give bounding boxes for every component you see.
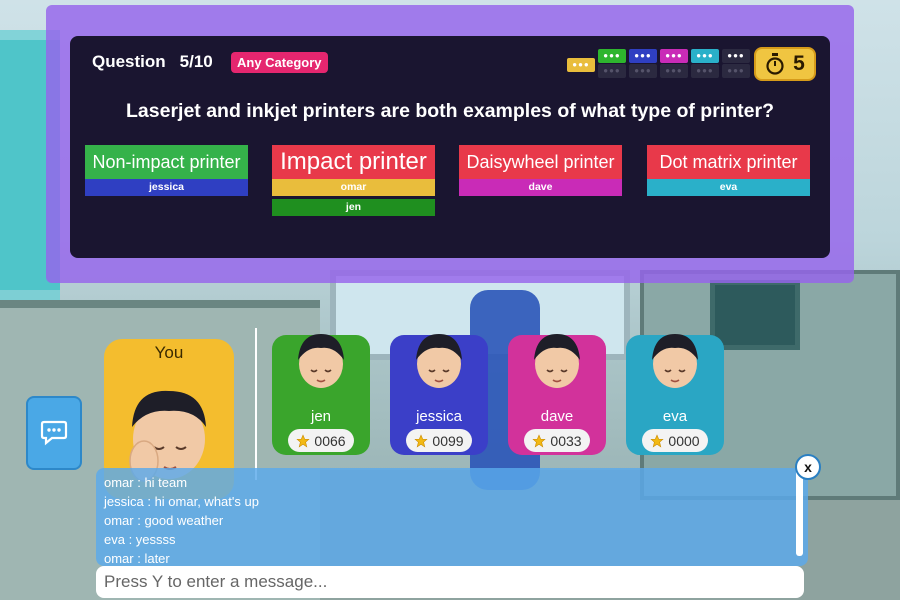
answer-voter-tag: jen bbox=[272, 199, 435, 216]
category-badge: Any Category bbox=[231, 52, 328, 73]
progress-block: ●●● bbox=[629, 64, 657, 78]
player-score-pill: 0033 bbox=[524, 429, 590, 452]
progress-block: ●●● bbox=[722, 49, 750, 63]
answer-label: Impact printer bbox=[272, 145, 435, 179]
answer-option[interactable]: Non-impact printer jessica bbox=[85, 145, 248, 196]
chat-log[interactable]: omar : hi team jessica : hi omar, what's … bbox=[96, 468, 808, 566]
chat-message: jessica : hi omar, what's up bbox=[104, 494, 259, 509]
your-label: You bbox=[154, 343, 184, 362]
answer-options: Non-impact printer jessica Impact printer o… bbox=[85, 145, 815, 225]
chat-close-button[interactable]: x bbox=[795, 454, 821, 480]
chat-message: omar : later bbox=[104, 551, 170, 566]
answer-voter-tag: omar bbox=[272, 179, 435, 196]
star-icon bbox=[414, 433, 429, 448]
star-icon bbox=[532, 433, 547, 448]
answer-voter-tag: dave bbox=[459, 179, 622, 196]
chat-bubble-icon bbox=[40, 420, 68, 446]
player-score: 0000 bbox=[668, 432, 700, 449]
player-avatar bbox=[652, 334, 698, 388]
question-panel: Question 5/10 Any Category ●●● ●●● ●●● ●●● ●●… bbox=[70, 36, 830, 258]
lab-monitor bbox=[710, 280, 800, 350]
progress-block: ●●● bbox=[629, 49, 657, 63]
question-counter-value: 5/10 bbox=[179, 52, 213, 71]
progress-block: ●●● bbox=[660, 49, 688, 63]
stopwatch-icon bbox=[766, 53, 784, 75]
question-counter-label: Question bbox=[92, 52, 166, 71]
player-name: eva bbox=[662, 408, 688, 425]
progress-block: ●●● bbox=[660, 64, 688, 78]
player-card-eva: eva 0000 bbox=[626, 334, 724, 455]
star-icon bbox=[650, 433, 665, 448]
chat-input[interactable] bbox=[96, 566, 804, 598]
player-card-jen: jen 0066 bbox=[272, 334, 370, 455]
question-text: Laserjet and inkjet printers are both ex… bbox=[126, 100, 774, 122]
player-score: 0099 bbox=[432, 432, 464, 449]
player-score-pill: 0000 bbox=[642, 429, 708, 452]
progress-block: ●●● bbox=[598, 64, 626, 78]
chat-message: eva : yessss bbox=[104, 532, 176, 547]
answer-label: Non-impact printer bbox=[85, 145, 248, 179]
player-card-dave: dave 0033 bbox=[508, 334, 606, 455]
progress-block: ●●● bbox=[691, 49, 719, 63]
answer-label: Dot matrix printer bbox=[647, 145, 810, 179]
player-score: 0033 bbox=[550, 432, 582, 449]
chat-message: omar : hi team bbox=[104, 475, 188, 490]
player-name: dave bbox=[540, 408, 574, 425]
answer-option[interactable]: Daisywheel printer dave bbox=[459, 145, 622, 196]
player-score: 0066 bbox=[314, 432, 346, 449]
answer-progress: ●●● ●●● ●●● ●●● ●●● ●●● ●●● ●●● ●●● ●●● ●●● bbox=[567, 49, 750, 81]
answer-voter-tag: jessica bbox=[85, 179, 248, 196]
answer-option[interactable]: Impact printer omar jen bbox=[272, 145, 435, 216]
player-name: jen bbox=[310, 408, 332, 425]
question-counter: Question 5/10 bbox=[92, 52, 213, 72]
chat-scrollbar[interactable] bbox=[796, 470, 803, 556]
timer-value: 5 bbox=[793, 52, 805, 75]
answer-label: Daisywheel printer bbox=[459, 145, 622, 179]
player-avatar bbox=[534, 334, 580, 388]
answer-voter-tag: eva bbox=[647, 179, 810, 196]
player-divider bbox=[255, 328, 257, 480]
player-avatar bbox=[416, 334, 462, 388]
chat-message: omar : good weather bbox=[104, 513, 224, 528]
progress-block: ●●● bbox=[722, 64, 750, 78]
player-avatar bbox=[298, 334, 344, 388]
player-name: jessica bbox=[416, 408, 462, 425]
progress-block-you: ●●● bbox=[567, 58, 595, 72]
countdown-timer: 5 bbox=[754, 47, 816, 81]
player-score-pill: 0066 bbox=[288, 429, 354, 452]
progress-block: ●●● bbox=[691, 64, 719, 78]
answer-option[interactable]: Dot matrix printer eva bbox=[647, 145, 810, 196]
player-score-pill: 0099 bbox=[406, 429, 472, 452]
star-icon bbox=[296, 433, 311, 448]
progress-block: ●●● bbox=[598, 49, 626, 63]
player-card-jessica: jessica 0099 bbox=[390, 334, 488, 455]
chat-toggle-button[interactable] bbox=[26, 396, 82, 470]
